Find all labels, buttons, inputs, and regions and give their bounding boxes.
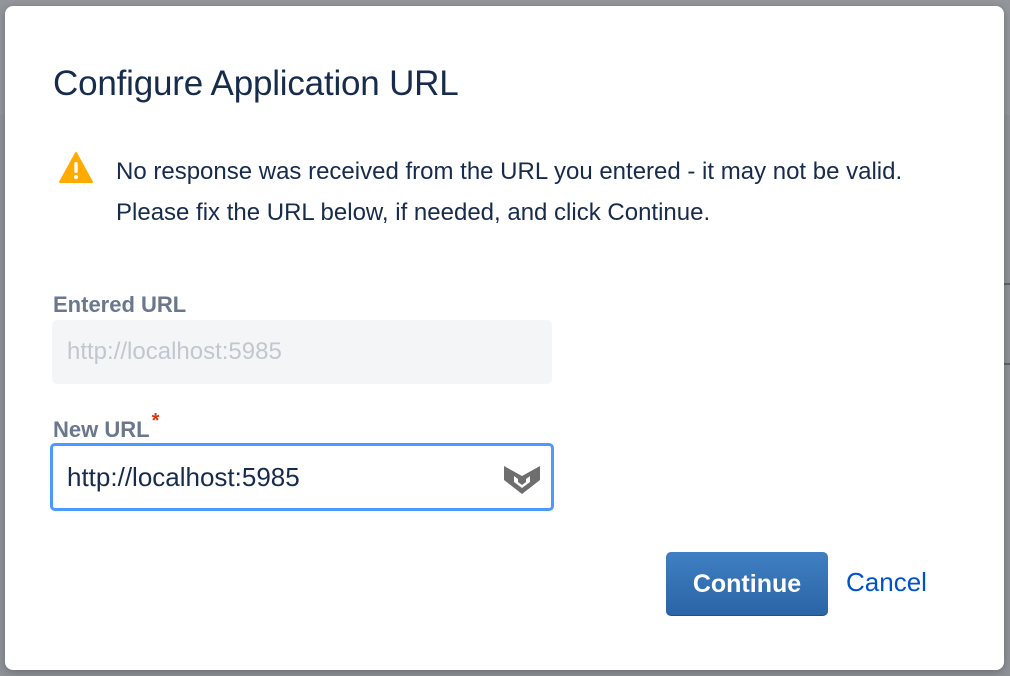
warning-icon [59, 152, 93, 183]
entered-url-field: http://localhost:5985 [52, 320, 552, 384]
configure-url-dialog: Configure Application URL No response wa… [5, 6, 1004, 670]
new-url-field[interactable] [50, 443, 554, 511]
new-url-label: New URL * [53, 410, 159, 443]
entered-url-label: Entered URL [53, 292, 187, 317]
new-url-input[interactable] [67, 446, 487, 508]
continue-button[interactable]: Continue [666, 552, 828, 616]
password-manager-icon[interactable] [502, 460, 542, 496]
dialog-title: Configure Application URL [53, 64, 459, 103]
required-marker: * [151, 410, 160, 432]
new-url-label-text: New URL [53, 417, 150, 442]
warning-message: No response was received from the URL yo… [116, 158, 903, 226]
cancel-link[interactable]: Cancel [846, 567, 927, 598]
